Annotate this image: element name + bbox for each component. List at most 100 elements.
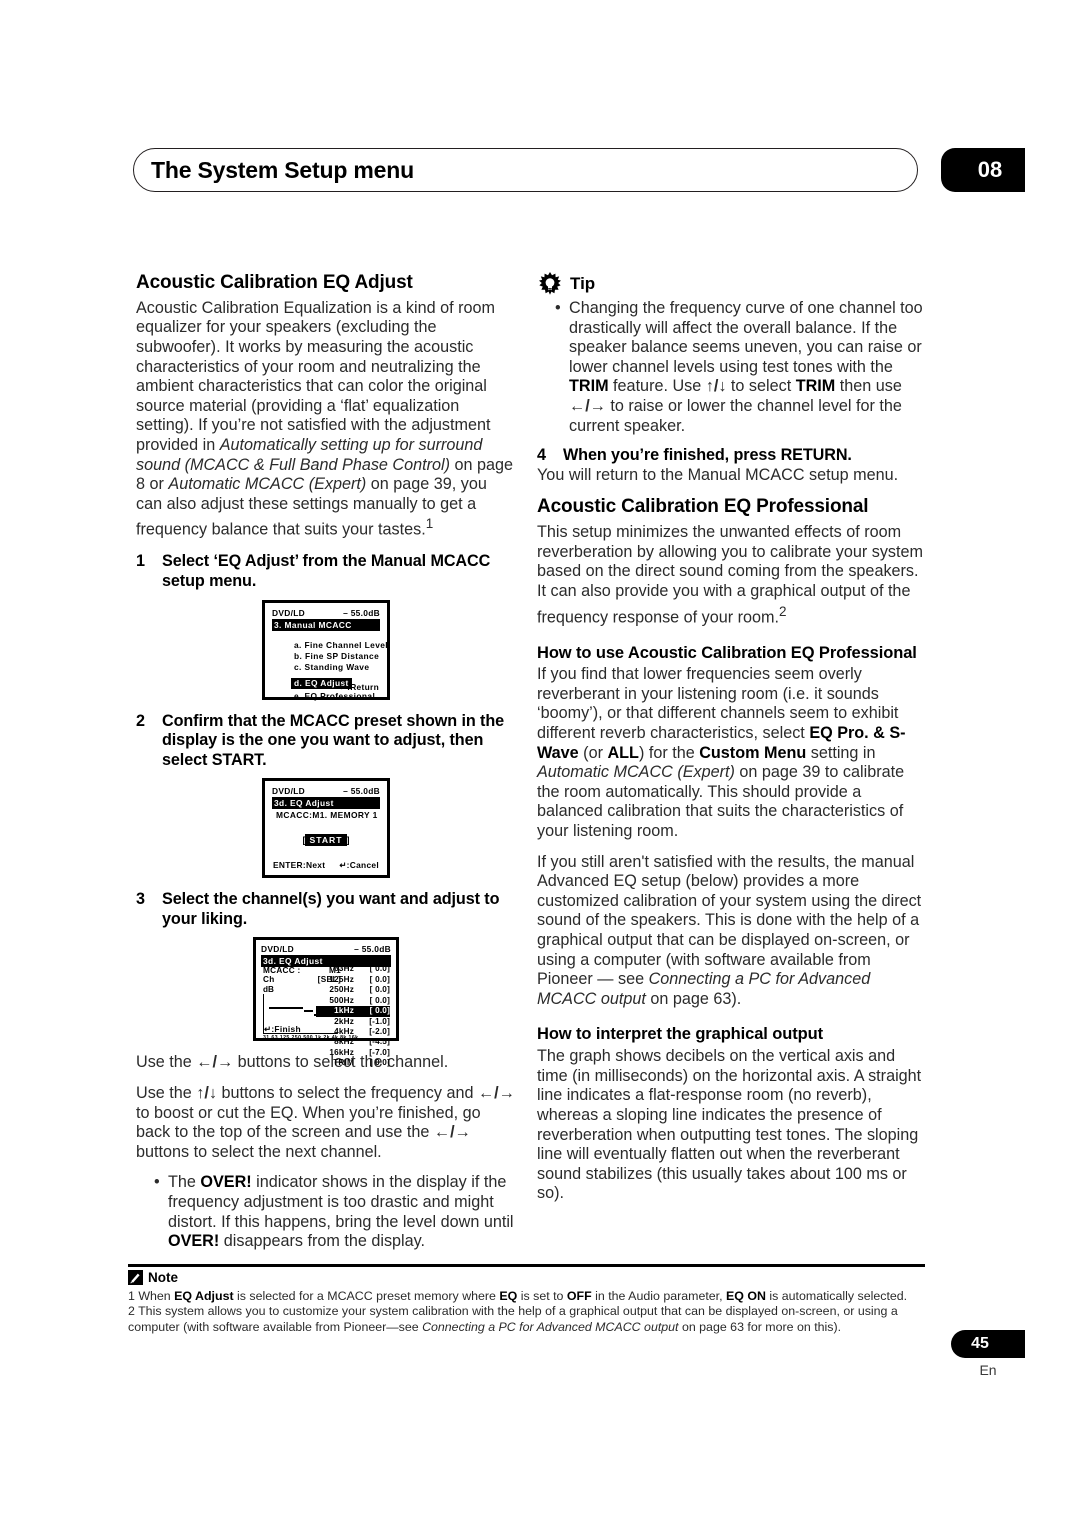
osd1-item-eq-professional: e. EQ Professional xyxy=(294,690,376,701)
running-header: The System Setup menu xyxy=(133,148,918,192)
osd3-source: DVD/LD xyxy=(261,944,294,955)
up-down-arrow-icon: ↑/↓ xyxy=(705,377,727,396)
section-heading-eq-adjust: Acoustic Calibration EQ Adjust xyxy=(136,272,413,293)
osd3-band-row-selected: 1kHz[ 0.0] xyxy=(316,1006,390,1017)
footnote-1: 1 When EQ Adjust is selected for a MCACC… xyxy=(128,1289,908,1303)
osd3-band-row: 500Hz[ 0.0] xyxy=(329,995,390,1005)
osd3-ch-label: Ch xyxy=(263,975,275,985)
osd2-bracket-right: ] xyxy=(346,835,350,846)
tip-label: Tip xyxy=(570,274,596,293)
subheading-how-to-interpret: How to interpret the graphical output xyxy=(537,1025,823,1044)
step-3-number: 3 xyxy=(136,890,145,909)
left-right-arrow-icon: ←/→ xyxy=(196,1053,234,1072)
step-1-number: 1 xyxy=(136,552,145,571)
how-to-use-paragraph-2: If you still aren't satisfied with the r… xyxy=(537,852,922,1008)
step-2-number: 2 xyxy=(136,711,145,730)
note-header: Note xyxy=(128,1270,178,1285)
subheading-how-to-use: How to use Acoustic Calibration EQ Profe… xyxy=(537,643,917,662)
osd3-band-row: 4kHz [-2.0] xyxy=(334,1026,390,1036)
osd3-band-row: 125Hz[ 0.0] xyxy=(329,974,390,984)
osd2-start-row: [START] xyxy=(265,830,387,848)
osd3-band-table: 63Hz[ 0.0] 125Hz[ 0.0] 250Hz[ 0.0] 500Hz… xyxy=(316,964,390,1068)
osd3-topbar: DVD/LD – 55.0dB xyxy=(261,944,391,954)
osd1-item-fine-channel-level: a. Fine Channel Level xyxy=(294,639,389,650)
intro-italic-2: Automatic MCACC (Expert) xyxy=(168,475,367,494)
osd2-start-button: START xyxy=(305,834,347,847)
up-down-arrow-icon: ↑/↓ xyxy=(196,1084,217,1103)
page-number: 45 xyxy=(971,1335,989,1352)
osd3-finish-hint: ↵:Finish xyxy=(264,1024,301,1035)
how-to-interpret-body: The graph shows decibels on the vertical… xyxy=(537,1047,922,1203)
step-4-body: You will return to the Manual MCACC setu… xyxy=(537,465,899,484)
document-page: The System Setup menu 08 Acoustic Calibr… xyxy=(0,0,1080,1528)
eq-professional-intro: This setup minimizes the unwanted effect… xyxy=(537,523,923,626)
chapter-tab: 08 xyxy=(941,148,1025,192)
step-3-text: Select the channel(s) you want and adjus… xyxy=(162,890,500,928)
osd3-volume: – 55.0dB xyxy=(354,944,391,955)
eq-adjust-intro: Acoustic Calibration Equalization is a k… xyxy=(136,299,516,541)
osd2-topbar: DVD/LD – 55.0dB xyxy=(272,786,380,796)
osd3-band-row: 16kHz [-7.0] xyxy=(329,1047,390,1057)
osd-screenshot-manual-mcacc: DVD/LD – 55.0dB 3. Manual MCACC a. Fine … xyxy=(262,599,390,702)
osd1-volume: – 55.0dB xyxy=(343,607,380,618)
language-code: En xyxy=(979,1362,997,1378)
osd3-band-row-trim: TRIM[ 0.0] xyxy=(333,1058,390,1068)
step-2: 2 Confirm that the MCACC preset shown in … xyxy=(136,712,516,771)
osd2-enter-hint: ENTER:Next xyxy=(273,860,326,871)
left-column: Acoustic Calibration EQ Adjust Acoustic … xyxy=(136,272,516,1262)
footnote-ref-1: 1 xyxy=(425,516,434,532)
page-title: The System Setup menu xyxy=(151,157,414,183)
page-number-tab: 45 xyxy=(951,1330,1009,1358)
how-to-use-paragraph-1: If you find that lower frequencies seem … xyxy=(537,665,906,841)
osd3-band-row: 250Hz[ 0.0] xyxy=(329,985,390,995)
step-3: 3 Select the channel(s) you want and adju… xyxy=(136,890,516,929)
pencil-note-icon xyxy=(128,1270,143,1285)
intro-part-1: Acoustic Calibration Equalization is a k… xyxy=(136,298,496,454)
page-number-tab-square xyxy=(1009,1330,1025,1358)
footnote-2: 2 This system allows you to customize yo… xyxy=(128,1304,898,1334)
osd2-footer: ENTER:Next ↵:Cancel xyxy=(273,860,379,870)
tip-bullet: Changing the frequency curve of one chan… xyxy=(555,299,925,436)
osd2-source: DVD/LD xyxy=(272,786,305,797)
osd3-band-row: 63Hz[ 0.0] xyxy=(334,964,390,974)
footnote-ref-2: 2 xyxy=(779,603,787,619)
chapter-number: 08 xyxy=(977,157,1003,182)
osd3-mcacc-label: MCACC : xyxy=(263,966,301,976)
over-indicator-bullet: The OVER! indicator shows in the display… xyxy=(154,1173,516,1251)
osd1-title-bar: 3. Manual MCACC xyxy=(272,618,380,631)
osd2-preset-subtitle: MCACC:M1. MEMORY 1 xyxy=(276,810,378,821)
osd3-band-row: 8kHz [-4.5] xyxy=(334,1037,390,1047)
right-column: Tip Changing the frequency curve of one … xyxy=(537,272,925,1215)
osd2-cancel-hint: ↵:Cancel xyxy=(339,860,379,871)
section-heading-eq-professional: Acoustic Calibration EQ Professional xyxy=(537,496,869,518)
left-right-arrow-icon: ←/→ xyxy=(569,396,606,415)
over-indicator-bullet-list: The OVER! indicator shows in the display… xyxy=(136,1173,516,1251)
step-1-text: Select ‘EQ Adjust’ from the Manual MCACC… xyxy=(162,552,491,590)
tip-header: Tip xyxy=(539,272,925,296)
osd-screenshot-eq-adjust-start: DVD/LD – 55.0dB 3d. EQ Adjust MCACC:M1. … xyxy=(262,778,390,879)
osd1-source: DVD/LD xyxy=(272,607,305,618)
osd1-menu-list: a. Fine Channel Level b. Fine SP Distanc… xyxy=(272,639,389,702)
step-4-text: When you’re finished, press RETURN. xyxy=(563,446,852,465)
note-divider-rule xyxy=(128,1264,925,1267)
osd3-band-row: 2kHz [-1.0] xyxy=(334,1016,390,1026)
step-4-number: 4 xyxy=(537,446,546,465)
osd1-topbar: DVD/LD – 55.0dB xyxy=(272,608,380,618)
left-right-arrow-icon: ←/→ xyxy=(433,1123,471,1142)
lightbulb-icon xyxy=(539,272,561,295)
tip-block: Tip Changing the frequency curve of one … xyxy=(537,272,925,436)
step-1: 1 Select ‘EQ Adjust’ from the Manual MCAC… xyxy=(136,552,516,591)
step-4: 4 When you’re finished, press RETURN. xyxy=(537,446,925,466)
tip-bullet-list: Changing the frequency curve of one chan… xyxy=(537,299,925,436)
osd1-return-hint: ↵:Return xyxy=(339,681,379,692)
osd1-item-standing-wave: c. Standing Wave xyxy=(294,661,370,672)
footnotes: 1 When EQ Adjust is selected for a MCACC… xyxy=(128,1289,928,1335)
note-label: Note xyxy=(148,1270,178,1285)
osd2-title-bar: 3d. EQ Adjust xyxy=(272,797,380,810)
step-2-text: Confirm that the MCACC preset shown in t… xyxy=(162,711,505,769)
osd2-volume: – 55.0dB xyxy=(343,786,380,797)
osd-screenshot-eq-bands: DVD/LD – 55.0dB 3d. EQ Adjust MCACC : M1… xyxy=(253,937,399,1067)
left-right-arrow-icon: ←/→ xyxy=(477,1084,515,1103)
osd1-item-fine-sp-distance: b. Fine SP Distance xyxy=(294,650,380,661)
select-frequency-instruction: Use the ↑/↓ buttons to select the freque… xyxy=(136,1084,515,1161)
